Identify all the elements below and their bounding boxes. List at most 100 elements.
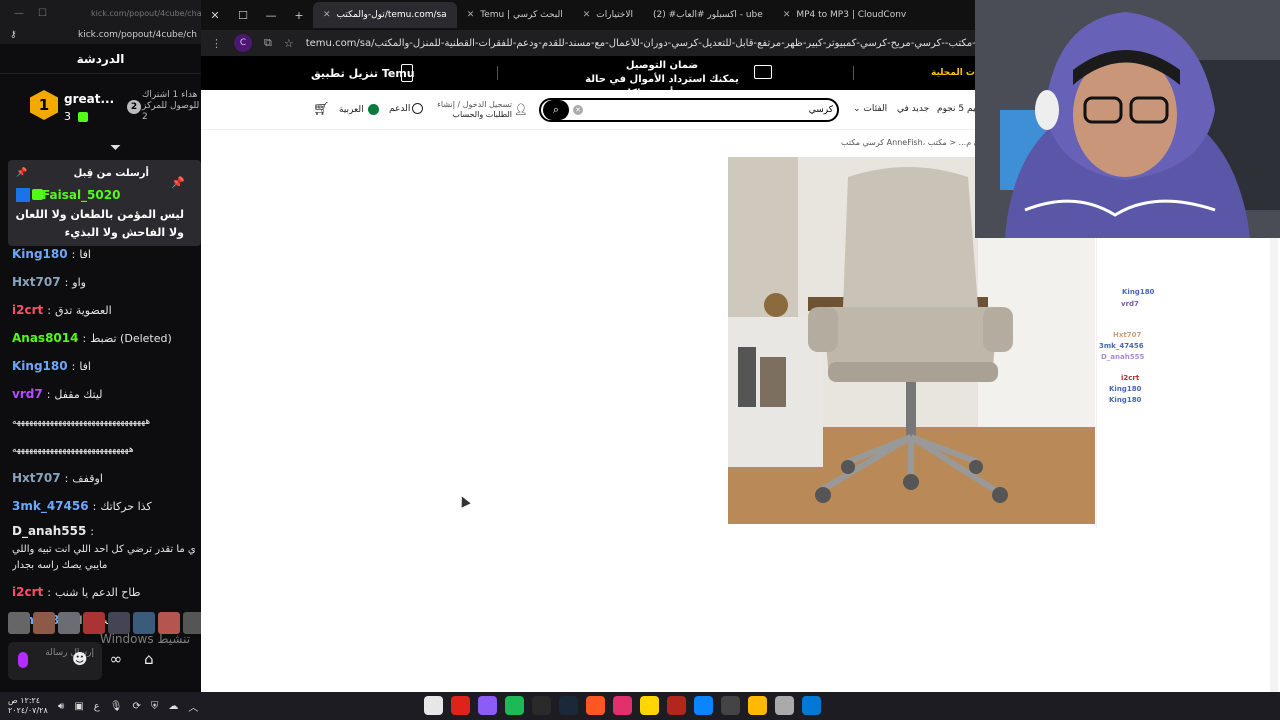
chat-message: i2crt: طاح الدعم يا شنب [12, 578, 200, 606]
minimize-icon[interactable]: — [14, 8, 24, 19]
input-language[interactable]: ع [94, 701, 100, 712]
chevron-collapse-icon[interactable]: ⏷ [110, 140, 121, 156]
divider [497, 66, 498, 80]
unpin-icon[interactable]: 📌 [171, 176, 185, 189]
bookmark-star-icon[interactable]: ☆ [284, 37, 294, 50]
chat-colon: : [92, 499, 97, 513]
chat-username[interactable]: i2crt [12, 303, 43, 317]
notepad-icon[interactable] [775, 696, 794, 715]
rank-2-text: هداء 1 اشتراك للوصول للمركز 2 [142, 90, 200, 122]
maximize-icon[interactable]: ☐ [38, 8, 47, 19]
camera-icon[interactable]: ▣ [74, 701, 83, 712]
close-tab-icon[interactable]: ✕ [783, 10, 791, 20]
chat-colon: : [46, 387, 51, 401]
mail-icon[interactable] [667, 696, 686, 715]
infinity-icon[interactable]: ∞ [110, 650, 123, 668]
page-scrollbar[interactable] [1270, 238, 1278, 692]
chat-username[interactable]: King180 [12, 247, 68, 261]
tab-youtube[interactable]: (2) #اكسبلور #العاب - ube [643, 2, 773, 28]
mouse-cursor [457, 494, 471, 508]
clock-date: ٢٠٢٤/٠٧/٢٨ [8, 706, 48, 715]
close-tab-icon[interactable]: ✕ [323, 10, 331, 20]
overlay-chat-username: i2crt [1121, 374, 1140, 382]
breadcrumb[interactable]: كرسي مكتب AnneFish، كرسي م... < مكتب [841, 138, 995, 147]
obs-icon[interactable] [451, 696, 470, 715]
tab-temu-product[interactable]: ✕ تول-والمكتب/temu.com/sa [313, 2, 457, 28]
minimize-window-icon[interactable]: — [257, 9, 285, 22]
overlay-chat-username: vrd7 [1121, 300, 1139, 308]
instagram-icon[interactable] [613, 696, 632, 715]
chat-username[interactable]: Hxt707 [12, 275, 61, 289]
new-in-link[interactable]: جديد في [897, 104, 929, 114]
close-window-icon[interactable]: ✕ [201, 9, 229, 22]
mic-tray-icon[interactable]: 🎙︎ [110, 701, 123, 712]
tab-temu-search[interactable]: ✕ Temu | البحث كرسي [457, 2, 573, 28]
support-link[interactable]: الدعم [389, 104, 410, 114]
search-icon[interactable]: ⌕ [543, 100, 569, 120]
menu-dots-icon[interactable]: ⋮ [211, 37, 222, 50]
clock-time: ١٢:٢٤ ص [8, 696, 41, 705]
chat-colon: : [82, 331, 87, 345]
profile-avatar[interactable]: C [234, 34, 252, 52]
chat-username[interactable]: King180 [12, 359, 68, 373]
chat-text: طاح الدعم يا شنب [54, 585, 141, 599]
overlay-chat-username: D_anah555 [1101, 353, 1145, 361]
close-tab-icon[interactable]: ✕ [467, 10, 475, 20]
spotify-icon[interactable] [505, 696, 524, 715]
divider [853, 66, 854, 80]
language-selector[interactable]: العربية [339, 104, 379, 115]
shield-icon[interactable]: ⛨ [151, 701, 159, 712]
chat-title: الدردشة [0, 44, 201, 74]
chat-message: vrd7: ليتك مقفل [12, 380, 200, 408]
search-bar: ⌕ ✕ [539, 98, 839, 122]
windows-start-icon[interactable] [802, 696, 821, 715]
chat-window: — ☐ kick.com/popout/4cube/chat - Go ⚷ ki… [0, 0, 201, 692]
tab-selections[interactable]: ✕ الاختيارات [573, 2, 643, 28]
pin-icon: 📌 [16, 168, 28, 178]
chat-text: افا [79, 247, 91, 261]
chat-message: i2crt: العضوية تدق [12, 296, 200, 324]
snapchat-icon[interactable] [640, 696, 659, 715]
capcut-icon[interactable] [424, 696, 443, 715]
store-icon[interactable]: ⌂ [144, 650, 154, 668]
new-tab-icon[interactable]: + [285, 9, 313, 22]
pinned-username[interactable]: Faisal_5020 [42, 188, 120, 202]
chat-username[interactable]: Hxt707 [12, 471, 61, 485]
chat-username[interactable]: 3mk_47456 [12, 499, 89, 513]
firefox-icon[interactable] [586, 696, 605, 715]
maximize-window-icon[interactable]: ☐ [229, 9, 257, 22]
chrome-icon[interactable] [478, 696, 497, 715]
rank-1-name[interactable]: great... [64, 92, 114, 106]
sync-icon[interactable]: ⟳ [132, 701, 140, 712]
signin-bottom: الطلبات والحساب [452, 110, 512, 119]
chat-colon: : [64, 471, 69, 485]
file-explorer-icon[interactable] [748, 696, 767, 715]
clear-search-icon[interactable]: ✕ [573, 105, 583, 115]
cart-icon[interactable]: 🛒︎ [313, 102, 330, 117]
truck-icon [754, 65, 772, 79]
chat-username[interactable]: D_anah555 [12, 524, 86, 538]
categories-menu[interactable]: ⌄ الفئات [853, 104, 887, 114]
close-tab-icon[interactable]: ✕ [583, 10, 591, 20]
microphone-icon[interactable] [18, 652, 28, 668]
taskbar-clock[interactable]: ١٢:٢٤ ص ٢٠٢٤/٠٧/٢٨ [8, 696, 48, 716]
chat-username[interactable]: i2crt [12, 585, 43, 599]
language-label: العربية [339, 104, 364, 115]
show-hidden-icons-chevron[interactable]: ︿ [188, 699, 198, 714]
signin-link[interactable]: تسجيل الدخول / إنشاء الطلبات والحساب [437, 100, 512, 120]
extensions-icon[interactable]: ⧉ [264, 36, 272, 50]
search-input[interactable] [589, 103, 833, 117]
tab-cloudconvert[interactable]: ✕ MP4 to MP3 | CloudConv [773, 2, 916, 28]
emoji-icon[interactable]: ☻ [72, 650, 88, 668]
terminal-icon[interactable] [532, 696, 551, 715]
photos-icon[interactable] [721, 696, 740, 715]
pinned-header: أرسلت من قِبل [73, 168, 149, 179]
edge-icon[interactable] [694, 696, 713, 715]
chat-username[interactable]: vrd7 [12, 387, 43, 401]
cloud-icon[interactable]: ☁ [168, 701, 178, 712]
url-field[interactable]: temu.com/sa/كرسي-مكتب--كرسي-مريح-كرسي-كم… [306, 38, 1006, 49]
steam-icon[interactable] [559, 696, 578, 715]
chat-username[interactable]: Anas8014 [12, 331, 78, 345]
download-app-link[interactable]: تنزيل تطبيق Temu [311, 67, 415, 80]
volume-icon[interactable]: 🔊︎ [58, 701, 64, 712]
